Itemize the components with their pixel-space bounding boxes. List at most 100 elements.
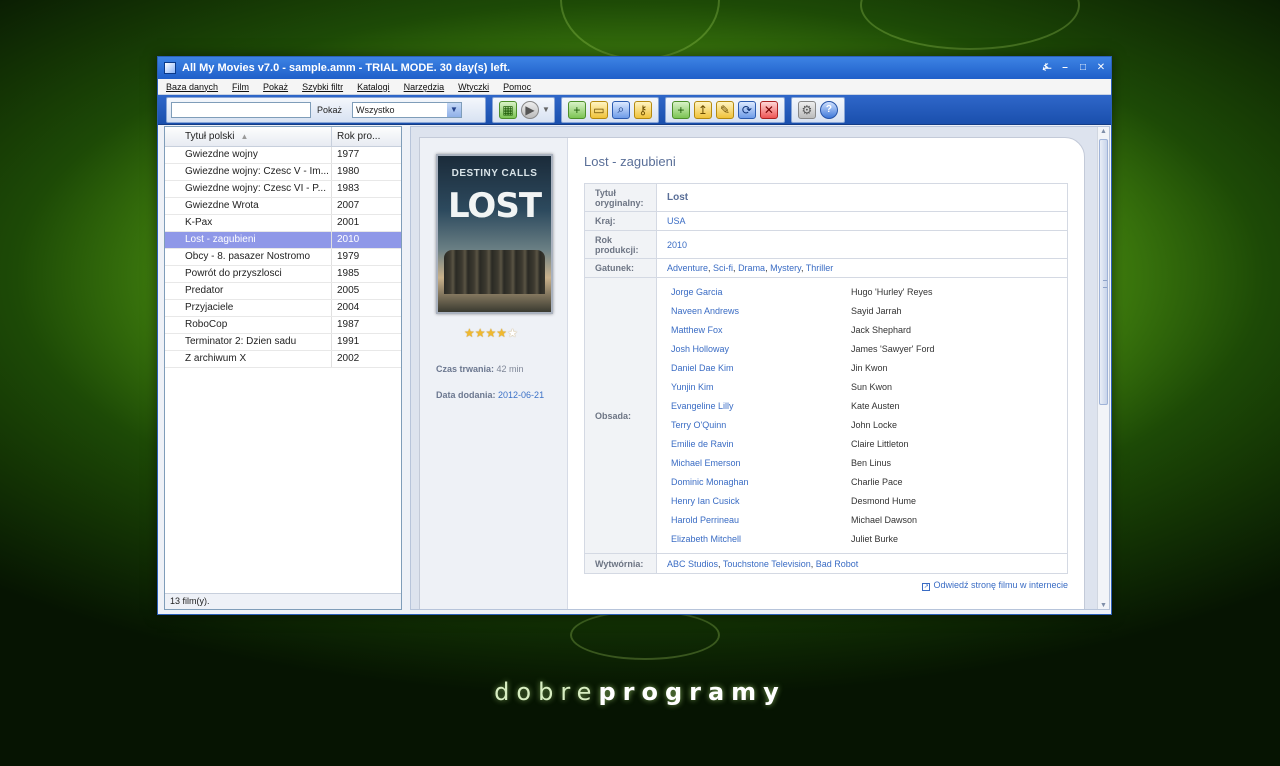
movie-list-row[interactable]: RoboCop 1987 xyxy=(165,317,401,334)
catalog-search-icon[interactable]: ⌕ xyxy=(611,100,630,119)
menu-katalogi[interactable]: Katalogi xyxy=(357,82,390,92)
online-update-icon[interactable]: ⟳ xyxy=(737,100,756,119)
detail-scrollbar[interactable]: ▲ ▼ xyxy=(1097,127,1109,609)
star-filled-icon[interactable]: ★ xyxy=(496,326,507,340)
scroll-down-icon[interactable]: ▼ xyxy=(1098,601,1109,609)
actor-link[interactable]: Harold Perrineau xyxy=(657,515,851,525)
maximize-button[interactable]: □ xyxy=(1075,60,1091,76)
movie-list-row[interactable]: Gwiezdne Wrota 2007 xyxy=(165,198,401,215)
scroll-thumb[interactable] xyxy=(1099,139,1108,405)
movie-list-row[interactable]: Z archiwum X 2002 xyxy=(165,351,401,368)
actor-link[interactable]: Elizabeth Mitchell xyxy=(657,534,851,544)
rating-stars[interactable]: ★★★★★ xyxy=(464,326,518,340)
studio-link[interactable]: Bad Robot xyxy=(816,559,859,569)
studio-link[interactable]: ABC Studios xyxy=(667,559,718,569)
column-header-year[interactable]: Rok pro... xyxy=(332,127,401,146)
menu-film[interactable]: Film xyxy=(232,82,249,92)
chevron-down-icon[interactable]: ▼ xyxy=(447,102,462,117)
movie-row-year: 2004 xyxy=(337,302,360,313)
movie-list-row[interactable]: Powrót do przyszlosci 1985 xyxy=(165,266,401,283)
quick-search-input[interactable] xyxy=(171,101,311,118)
genre-link[interactable]: Sci-fi xyxy=(713,263,733,273)
gear-icon[interactable]: ⚙ xyxy=(797,100,816,119)
star-empty-icon[interactable]: ★ xyxy=(507,326,518,340)
star-filled-icon[interactable]: ★ xyxy=(486,326,497,340)
genre-link[interactable]: Mystery xyxy=(770,263,801,273)
movie-list-row[interactable]: Gwiezdne wojny: Czesc V - Im... 1980 xyxy=(165,164,401,181)
year-link[interactable]: 2010 xyxy=(667,240,687,250)
movie-list-row[interactable]: Przyjaciele 2004 xyxy=(165,300,401,317)
star-filled-icon[interactable]: ★ xyxy=(475,326,486,340)
movie-list-row[interactable]: Predator 2005 xyxy=(165,283,401,300)
star-filled-icon[interactable]: ★ xyxy=(464,326,475,340)
import-icon[interactable]: ↥ xyxy=(693,100,712,119)
new-database-icon[interactable]: + xyxy=(567,100,586,119)
actor-link[interactable]: Emilie de Ravin xyxy=(657,439,851,449)
actor-link[interactable]: Daniel Dae Kim xyxy=(657,363,851,373)
movie-scan-icon[interactable]: ▦ xyxy=(499,100,517,119)
toolbar: Pokaż Wszystko ▼ ▦ ▶ ▼ + ▭ ⌕ ⚷ + ↥ ✎ ⟳ ✕… xyxy=(158,95,1111,125)
open-folder-icon[interactable]: ▭ xyxy=(589,100,608,119)
movie-list-row[interactable]: Gwiezdne wojny: Czesc VI - P... 1983 xyxy=(165,181,401,198)
date-added-info: Data dodania: 2012-06-21 xyxy=(436,390,544,400)
menu-wtyczki[interactable]: Wtyczki xyxy=(458,82,489,92)
edit-movie-icon[interactable]: ✎ xyxy=(715,100,734,119)
actor-link[interactable]: Henry Ian Cusick xyxy=(657,496,851,506)
close-button[interactable]: ✕ xyxy=(1093,60,1109,76)
title-bar[interactable]: All My Movies v7.0 - sample.amm - TRIAL … xyxy=(158,57,1111,79)
delete-movie-icon[interactable]: ✕ xyxy=(759,100,778,119)
actor-link[interactable]: Evangeline Lilly xyxy=(657,401,851,411)
cast-row: Terry O'Quinn John Locke xyxy=(657,416,1067,435)
movie-list-row[interactable]: Gwiezdne wojny 1977 xyxy=(165,147,401,164)
help-icon[interactable]: ? xyxy=(819,100,838,119)
actor-link[interactable]: Jorge Garcia xyxy=(657,287,851,297)
show-filter-select[interactable]: Wszystko ▼ xyxy=(352,101,463,118)
key-icon[interactable]: ⚷ xyxy=(633,100,652,119)
movie-card: DESTINY CALLS LOST ★★★★★ Czas trwania: 4… xyxy=(419,137,1085,609)
movie-row-title: Gwiezdne Wrota xyxy=(165,198,332,214)
movie-poster[interactable]: DESTINY CALLS LOST xyxy=(436,154,553,314)
visit-website-link[interactable]: ↗ Odwiedź stronę filmu w internecie xyxy=(922,580,1068,591)
movie-list-row[interactable]: Terminator 2: Dzien sadu 1991 xyxy=(165,334,401,351)
cast-row: Henry Ian Cusick Desmond Hume xyxy=(657,492,1067,511)
movie-row-title: Z archiwum X xyxy=(165,351,332,367)
add-movie-icon[interactable]: + xyxy=(671,100,690,119)
genre-link[interactable]: Drama xyxy=(738,263,765,273)
movie-list-row[interactable]: Obcy - 8. pasazer Nostromo 1979 xyxy=(165,249,401,266)
cast-row: Harold Perrineau Michael Dawson xyxy=(657,511,1067,530)
studio-link[interactable]: Touchstone Television xyxy=(723,559,811,569)
studio-label: Wytwórnia: xyxy=(584,553,657,574)
actor-link[interactable]: Josh Holloway xyxy=(657,344,851,354)
movie-list-row[interactable]: K-Pax 2001 xyxy=(165,215,401,232)
help-pin-button[interactable]: ⍼ xyxy=(1039,60,1055,76)
movie-list-header: Tytuł polski ▲ Rok pro... xyxy=(165,127,401,147)
menu-szybki-filtr[interactable]: Szybki filtr xyxy=(302,82,343,92)
actor-link[interactable]: Yunjin Kim xyxy=(657,382,851,392)
menu-pomoc[interactable]: Pomoc xyxy=(503,82,531,92)
minimize-button[interactable]: – xyxy=(1057,60,1073,76)
menu-narzedzia[interactable]: Narzędzia xyxy=(404,82,445,92)
background-swirl xyxy=(570,610,720,660)
genre-link[interactable]: Thriller xyxy=(806,263,834,273)
play-icon[interactable]: ▶ xyxy=(521,100,539,119)
scroll-up-icon[interactable]: ▲ xyxy=(1098,127,1109,137)
menu-pokaz[interactable]: Pokaż xyxy=(263,82,288,92)
country-link[interactable]: USA xyxy=(667,216,686,226)
column-header-title[interactable]: Tytuł polski ▲ xyxy=(165,127,332,146)
movie-list-row[interactable]: Lost - zagubieni 2010 xyxy=(165,232,401,249)
genre-link[interactable]: Adventure xyxy=(667,263,708,273)
actor-link[interactable]: Dominic Monaghan xyxy=(657,477,851,487)
movie-row-year: 1987 xyxy=(337,319,360,330)
cast-row: Elizabeth Mitchell Juliet Burke xyxy=(657,530,1067,549)
actor-link[interactable]: Terry O'Quinn xyxy=(657,420,851,430)
movie-row-year: 1985 xyxy=(337,268,360,279)
menu-baza-danych[interactable]: Baza danych xyxy=(166,82,218,92)
chevron-down-icon[interactable]: ▼ xyxy=(542,105,550,114)
movie-row-title: Gwiezdne wojny: Czesc VI - P... xyxy=(165,181,332,197)
actor-link[interactable]: Matthew Fox xyxy=(657,325,851,335)
movie-row-title: Lost - zagubieni xyxy=(165,232,332,248)
actor-link[interactable]: Michael Emerson xyxy=(657,458,851,468)
actor-link[interactable]: Naveen Andrews xyxy=(657,306,851,316)
movie-row-year: 1979 xyxy=(337,251,360,262)
cast-row: Michael Emerson Ben Linus xyxy=(657,454,1067,473)
